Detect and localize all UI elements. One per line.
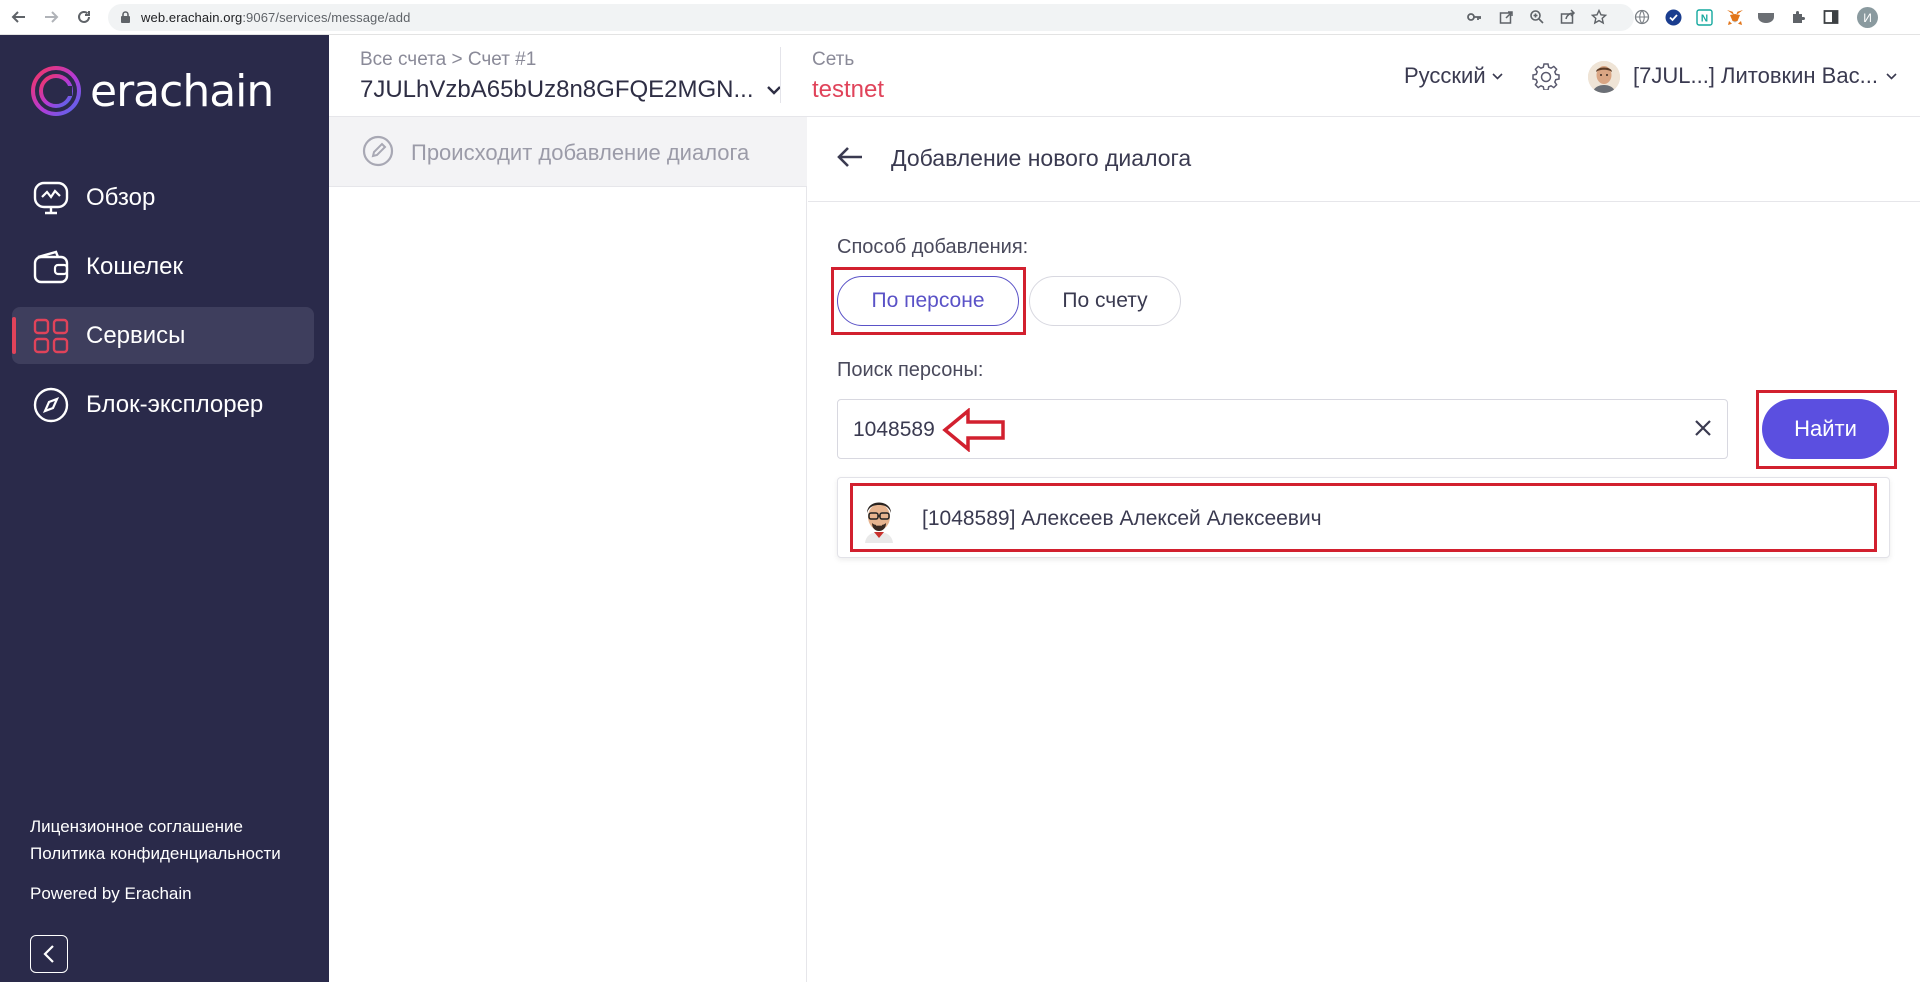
back-arrow-icon[interactable] — [836, 145, 864, 174]
privacy-link[interactable]: Политика конфиденциальности — [30, 844, 281, 864]
svg-text:N: N — [1700, 13, 1707, 24]
side-panel-icon[interactable] — [1822, 8, 1840, 26]
user-name: [7JUL...] Литовкин Вас... — [1633, 63, 1878, 88]
network-label: Сеть — [812, 49, 855, 70]
chevron-down-icon — [1492, 72, 1503, 80]
erachain-logo-icon — [31, 66, 81, 116]
globe-icon[interactable] — [1633, 8, 1651, 26]
method-label: Способ добавления: — [837, 236, 1029, 258]
network-value: testnet — [812, 76, 885, 103]
check-shield-icon[interactable] — [1664, 8, 1682, 26]
user-avatar[interactable] — [1588, 61, 1620, 93]
key-icon[interactable] — [1465, 8, 1483, 26]
collapse-sidebar-button[interactable] — [30, 935, 68, 973]
metamask-fox-icon[interactable] — [1726, 8, 1744, 26]
address-bar[interactable]: web.erachain.org:9067/services/message/a… — [108, 4, 1634, 31]
search-input-value: 1048589 — [853, 418, 935, 441]
page-title: Добавление нового диалога — [891, 145, 1192, 171]
sidebar-item-services[interactable]: Сервисы — [12, 307, 314, 364]
language-selector[interactable]: Русский — [1404, 63, 1503, 89]
accounts-breadcrumb[interactable]: Все счета > Счет #1 — [360, 49, 536, 71]
header-divider — [780, 47, 781, 103]
annotation-arrow-icon — [942, 408, 1005, 452]
language-value: Русский — [1404, 63, 1486, 88]
sidebar: erachain Обзор Кошелек Сервисы Блок-эксп… — [0, 35, 329, 982]
sidebar-item-overview[interactable]: Обзор — [12, 169, 314, 226]
extension-shape-icon[interactable] — [1757, 8, 1775, 26]
clear-icon[interactable] — [1693, 418, 1713, 443]
sidebar-item-label: Кошелек — [86, 252, 183, 280]
list-item[interactable]: Происходит добавление диалога — [329, 117, 807, 187]
account-address: 7JULhVzbA65bUz8n8GFQE2MGN... — [360, 76, 754, 103]
dialog-list-panel: Происходит добавление диалога — [329, 117, 807, 982]
star-icon[interactable] — [1590, 8, 1608, 26]
chevron-down-icon — [1886, 72, 1897, 80]
annotation-box — [1756, 390, 1897, 469]
annotation-box — [850, 483, 1877, 552]
list-item-label: Происходит добавление диалога — [411, 140, 750, 165]
sidebar-item-label: Сервисы — [86, 321, 186, 349]
zoom-icon[interactable] — [1528, 8, 1546, 26]
panel-header: Добавление нового диалога — [808, 117, 1920, 202]
share-icon[interactable] — [1559, 8, 1577, 26]
back-icon[interactable] — [8, 6, 30, 28]
sidebar-item-wallet[interactable]: Кошелек — [12, 238, 314, 295]
chevron-left-icon — [43, 945, 54, 963]
account-selector[interactable]: 7JULhVzbA65bUz8n8GFQE2MGN... — [360, 76, 782, 104]
add-dialog-panel: Добавление нового диалога Способ добавле… — [808, 117, 1920, 982]
lock-icon — [120, 11, 131, 29]
open-external-icon[interactable] — [1497, 8, 1515, 26]
settings-gear-icon[interactable] — [1532, 62, 1560, 95]
grid-icon — [32, 317, 70, 355]
license-link[interactable]: Лицензионное соглашение — [30, 817, 243, 837]
puzzle-extensions-icon[interactable] — [1790, 8, 1808, 26]
monitor-icon — [32, 179, 70, 217]
forward-icon[interactable] — [40, 6, 62, 28]
browser-profile-avatar[interactable]: И — [1857, 7, 1878, 28]
annotation-box — [831, 267, 1026, 335]
edit-pencil-icon — [362, 135, 394, 172]
search-label: Поиск персоны: — [837, 359, 984, 381]
erachain-logo[interactable]: erachain — [30, 65, 274, 117]
sidebar-item-label: Блок-эксплорер — [86, 390, 264, 418]
method-by-account-button[interactable]: По счету — [1029, 276, 1181, 326]
wallet-icon — [32, 248, 70, 286]
sidebar-item-block-explorer[interactable]: Блок-эксплорер — [12, 376, 314, 433]
top-header: Все счета > Счет #1 7JULhVzbA65bUz8n8GFQ… — [329, 35, 1920, 117]
powered-by-link[interactable]: Powered by Erachain — [30, 884, 192, 904]
user-menu[interactable]: [7JUL...] Литовкин Вас... — [1633, 63, 1897, 89]
sidebar-item-label: Обзор — [86, 183, 156, 211]
compass-icon — [32, 386, 70, 424]
browser-toolbar: web.erachain.org:9067/services/message/a… — [0, 0, 1920, 35]
notion-extension-icon[interactable]: N — [1695, 8, 1713, 26]
reload-icon[interactable] — [73, 6, 95, 28]
logo-text: erachain — [90, 65, 274, 117]
url-text: web.erachain.org:9067/services/message/a… — [141, 10, 411, 25]
